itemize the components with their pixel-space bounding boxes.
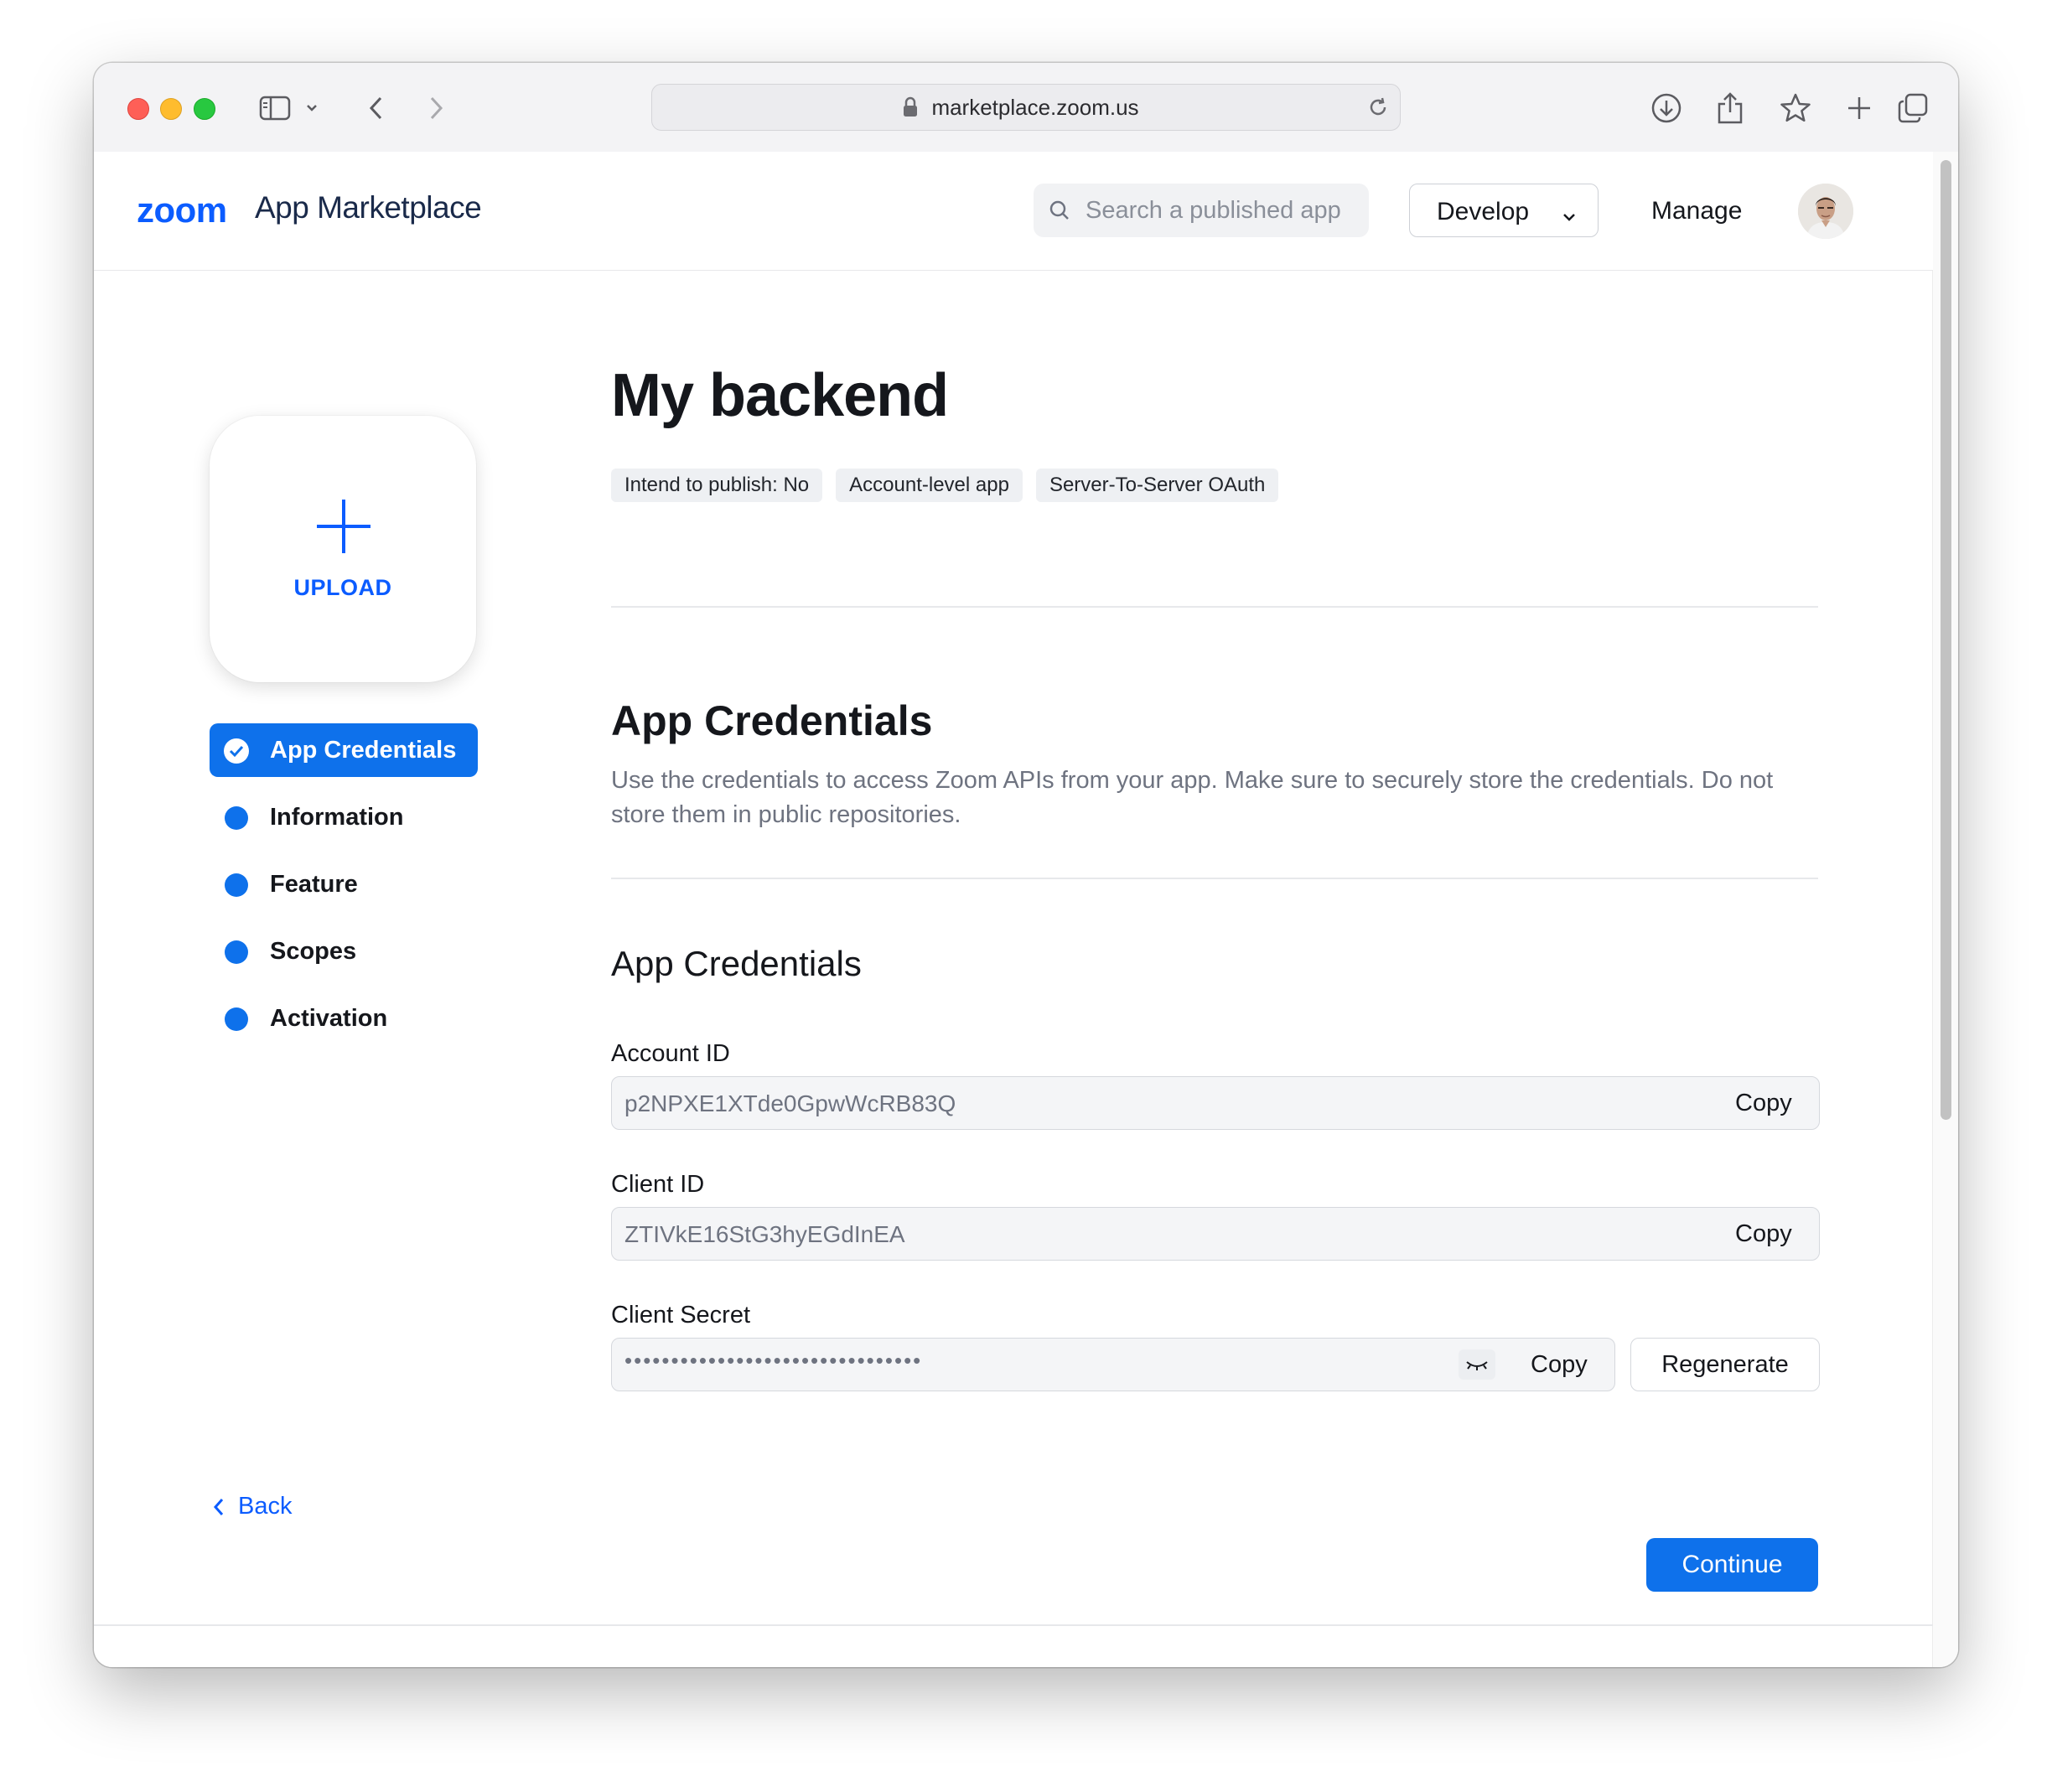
account-id-field[interactable]: p2NPXE1XTde0GpwWcRB83Q Copy [611, 1076, 1820, 1130]
close-window-button[interactable] [127, 98, 149, 120]
back-label: Back [238, 1493, 293, 1520]
step-dot-icon [225, 873, 248, 897]
tag-publish: Intend to publish: No [611, 469, 823, 502]
develop-label: Develop [1437, 198, 1530, 225]
sidebar-item-feature[interactable]: Feature [210, 857, 478, 911]
step-dot-icon [225, 940, 248, 964]
client-id-label: Client ID [611, 1171, 705, 1198]
copy-client-secret-button[interactable]: Copy [1531, 1351, 1588, 1379]
tabs-overview-icon[interactable] [1894, 88, 1931, 128]
sidebar-item-activation[interactable]: Activation [210, 992, 478, 1045]
divider [611, 878, 1818, 879]
download-icon[interactable] [1650, 88, 1683, 128]
sidebar-item-scopes[interactable]: Scopes [210, 924, 478, 978]
app-tags: Intend to publish: No Account-level app … [611, 469, 1279, 502]
site-header: zoom App Marketplace Develop Manage [94, 152, 1933, 271]
chevron-left-icon [211, 1496, 226, 1525]
check-circle-icon [223, 738, 250, 771]
continue-button[interactable]: Continue [1646, 1538, 1818, 1592]
sidebar-item-label: App Credentials [270, 737, 457, 764]
upload-label: UPLOAD [293, 575, 392, 600]
plus-icon[interactable] [1844, 88, 1874, 128]
avatar[interactable] [1798, 184, 1853, 239]
search-icon [1049, 199, 1070, 225]
sidebar-item-label: Scopes [270, 938, 357, 965]
sidebar-item-label: Information [270, 804, 404, 831]
divider [611, 606, 1818, 608]
step-dot-icon [225, 1007, 248, 1031]
section-description: Use the credentials to access Zoom APIs … [611, 767, 1774, 828]
account-id-value[interactable]: p2NPXE1XTde0GpwWcRB83Q [624, 1090, 956, 1117]
client-secret-label: Client Secret [611, 1302, 751, 1328]
marketplace-title[interactable]: App Marketplace [255, 190, 482, 225]
search-input[interactable] [1086, 184, 1354, 237]
tag-app-type: Server-To-Server OAuth [1035, 469, 1279, 502]
tag-app-level: Account-level app [836, 469, 1023, 502]
plus-icon [317, 500, 370, 557]
browser-window: marketplace.zoom.us zoom App Marketplace [94, 63, 1958, 1667]
sidebar-icon[interactable] [258, 88, 292, 128]
minimize-window-button[interactable] [160, 98, 182, 120]
star-icon[interactable] [1777, 88, 1814, 128]
search-box[interactable] [1034, 184, 1369, 237]
url-text: marketplace.zoom.us [931, 95, 1139, 120]
upload-button[interactable]: UPLOAD [210, 416, 476, 682]
client-id-field[interactable]: ZTIVkE16StG3hyEGdInEA Copy [611, 1207, 1820, 1261]
client-secret-value[interactable]: •••••••••••••••••••••••••••••••• [624, 1348, 922, 1374]
chevron-right-icon[interactable] [423, 88, 448, 128]
browser-toolbar: marketplace.zoom.us [94, 63, 1958, 153]
subsection-title: App Credentials [611, 944, 862, 983]
chevron-left-icon[interactable] [364, 88, 389, 128]
zoom-logo[interactable]: zoom [137, 190, 227, 230]
footer-divider [94, 1624, 1933, 1626]
copy-account-id-button[interactable]: Copy [1735, 1090, 1792, 1117]
eye-closed-icon[interactable] [1459, 1349, 1495, 1380]
page-title: My backend [611, 362, 949, 429]
sidebar-item-information[interactable]: Information [210, 790, 478, 844]
reload-icon[interactable] [1366, 96, 1390, 123]
manage-link[interactable]: Manage [1651, 197, 1742, 225]
sidebar-item-label: Activation [270, 1005, 388, 1032]
address-bar[interactable]: marketplace.zoom.us [651, 84, 1401, 131]
zoom-window-button[interactable] [194, 98, 215, 120]
scrollbar-thumb[interactable] [1941, 160, 1951, 1120]
copy-client-id-button[interactable]: Copy [1735, 1220, 1792, 1248]
share-icon[interactable] [1713, 88, 1747, 128]
account-id-label: Account ID [611, 1040, 730, 1067]
client-id-value[interactable]: ZTIVkE16StG3hyEGdInEA [624, 1221, 905, 1248]
step-dot-icon [225, 806, 248, 830]
regenerate-button[interactable]: Regenerate [1630, 1338, 1820, 1391]
page-content: zoom App Marketplace Develop Manage [94, 152, 1958, 1667]
chevron-down-icon [1561, 203, 1578, 231]
section-title: App Credentials [611, 697, 933, 744]
sidebar-item-app-credentials[interactable]: App Credentials [210, 723, 478, 777]
chevron-down-icon[interactable] [303, 88, 320, 128]
sidebar-item-label: Feature [270, 871, 358, 898]
develop-dropdown[interactable]: Develop [1409, 184, 1599, 237]
client-secret-field[interactable]: •••••••••••••••••••••••••••••••• Copy [611, 1338, 1615, 1391]
scrollbar[interactable] [1932, 152, 1958, 1667]
